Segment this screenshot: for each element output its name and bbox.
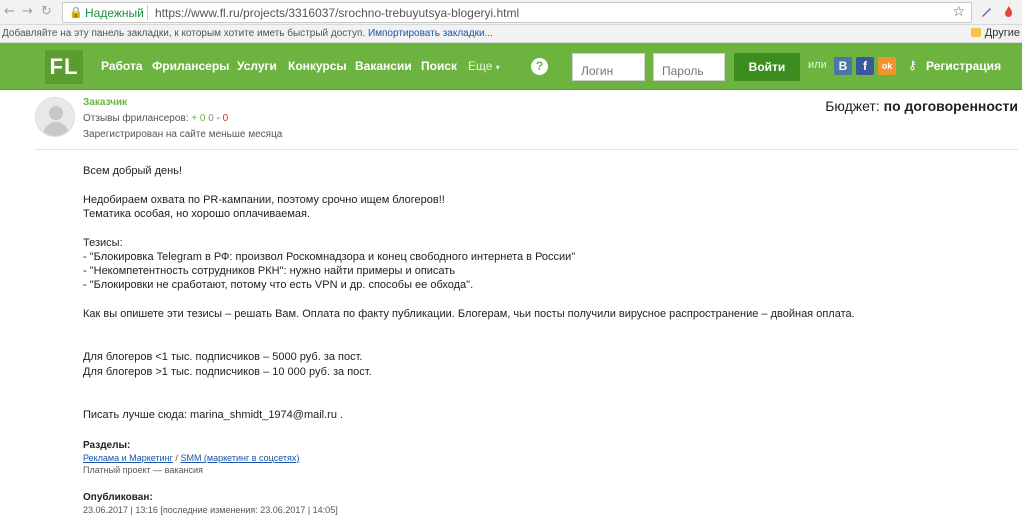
- bookmarks-hint-text: Добавляйте на эту панель закладки, к кот…: [2, 28, 366, 39]
- section-link-marketing[interactable]: Реклама и Маркетинг: [83, 453, 173, 463]
- url-divider: [147, 5, 148, 20]
- customer-reviews: Отзывы фрилансеров: + 0 0 - 0: [83, 113, 228, 124]
- section-separator: /: [175, 453, 178, 463]
- divider: [35, 149, 1018, 150]
- thesis-3: - "Блокировки не сработают, потому что е…: [83, 279, 474, 291]
- secure-label: Надежный: [85, 6, 144, 20]
- pen-extension-icon[interactable]: [980, 5, 993, 18]
- theses-title: Тезисы:: [83, 237, 123, 249]
- import-bookmarks-link[interactable]: Импортировать закладки...: [368, 28, 493, 39]
- published-title: Опубликован:: [83, 492, 153, 503]
- back-icon[interactable]: ←: [4, 4, 15, 19]
- published-date: 23.06.2017 | 13:16 [последние изменения:…: [83, 505, 338, 515]
- nav-item-freelancers[interactable]: Фрилансеры: [152, 59, 229, 73]
- reviews-negative[interactable]: - 0: [217, 113, 229, 124]
- odnoklassniki-icon[interactable]: ok: [878, 57, 896, 75]
- login-input[interactable]: [572, 53, 645, 81]
- bookmark-star-icon[interactable]: ☆: [952, 4, 965, 20]
- thesis-1: - "Блокировка Telegram в РФ: произвол Ро…: [83, 251, 576, 263]
- section-link-smm[interactable]: SMM (маркетинг в соцсетях): [180, 453, 299, 463]
- contact-line: Писать лучше сюда: marina_shmidt_1974@ma…: [83, 409, 344, 421]
- lock-icon: 🔒: [69, 6, 83, 19]
- body-greeting: Всем добрый день!: [83, 165, 183, 177]
- budget: Бюджет: по договоренности: [825, 98, 1018, 114]
- body-paragraph-2: Тематика особая, но хорошо оплачиваемая.: [83, 208, 311, 220]
- help-icon[interactable]: ?: [531, 58, 548, 75]
- other-bookmarks-label: Другие: [984, 27, 1020, 39]
- customer-name[interactable]: Заказчик: [83, 97, 127, 108]
- nav-item-more[interactable]: Еще ▾: [468, 59, 500, 73]
- reviews-neutral[interactable]: 0: [208, 113, 214, 124]
- bookmarks-hint: Добавляйте на эту панель закладки, к кот…: [2, 28, 493, 39]
- chevron-down-icon: ▾: [495, 63, 500, 72]
- price-small-bloggers: Для блогеров <1 тыс. подписчиков – 5000 …: [83, 351, 363, 363]
- browser-toolbar: ← → ↻ 🔒 Надежный https://www.fl.ru/proje…: [0, 0, 1022, 25]
- address-bar[interactable]: 🔒 Надежный https://www.fl.ru/projects/33…: [62, 2, 972, 23]
- or-label: или: [808, 59, 827, 71]
- nav-item-services[interactable]: Услуги: [237, 59, 277, 73]
- login-button[interactable]: Войти: [734, 53, 800, 81]
- nav-more-label: Еще: [468, 59, 493, 73]
- price-large-bloggers: Для блогеров >1 тыс. подписчиков – 10 00…: [83, 366, 372, 378]
- reviews-positive[interactable]: + 0: [191, 113, 205, 124]
- budget-value: по договоренности: [883, 98, 1018, 114]
- nav-item-contests[interactable]: Конкурсы: [288, 59, 347, 73]
- payment-terms: Как вы опишете эти тезисы – решать Вам. …: [83, 308, 855, 320]
- thesis-2: - "Некомпетентность сотрудников РКН": ну…: [83, 265, 456, 277]
- nav-item-vacancies[interactable]: Вакансии: [355, 59, 412, 73]
- body-paragraph-1: Недобираем охвата по PR-кампании, поэтом…: [83, 194, 445, 206]
- flame-extension-icon[interactable]: [1002, 5, 1015, 18]
- nav-item-search[interactable]: Поиск: [421, 59, 457, 73]
- url-text[interactable]: https://www.fl.ru/projects/3316037/sroch…: [155, 6, 519, 20]
- registered-since: Зарегистрирован на сайте меньше месяца: [83, 129, 283, 140]
- site-nav: FL Работа Фрилансеры Услуги Конкурсы Вак…: [0, 43, 1022, 90]
- password-input[interactable]: [653, 53, 725, 81]
- avatar: [35, 97, 75, 137]
- nav-item-work[interactable]: Работа: [101, 59, 143, 73]
- reviews-label: Отзывы фрилансеров:: [83, 113, 189, 124]
- sections-title: Разделы:: [83, 440, 131, 451]
- budget-label: Бюджет:: [825, 98, 880, 114]
- register-link[interactable]: Регистрация: [926, 59, 1001, 73]
- bookmarks-bar: Добавляйте на эту панель закладки, к кот…: [0, 25, 1022, 43]
- sections-list: Реклама и Маркетинг / SMM (маркетинг в с…: [83, 453, 299, 463]
- vk-icon[interactable]: B: [834, 57, 852, 75]
- fl-logo[interactable]: FL: [45, 50, 83, 84]
- project-type: Платный проект — вакансия: [83, 465, 203, 475]
- folder-icon: [970, 28, 981, 37]
- other-bookmarks[interactable]: Другие: [970, 27, 1020, 39]
- facebook-icon[interactable]: f: [856, 57, 874, 75]
- reload-icon[interactable]: ↻: [41, 4, 52, 19]
- key-icon: ⚷: [908, 58, 917, 72]
- forward-icon[interactable]: →: [22, 4, 33, 19]
